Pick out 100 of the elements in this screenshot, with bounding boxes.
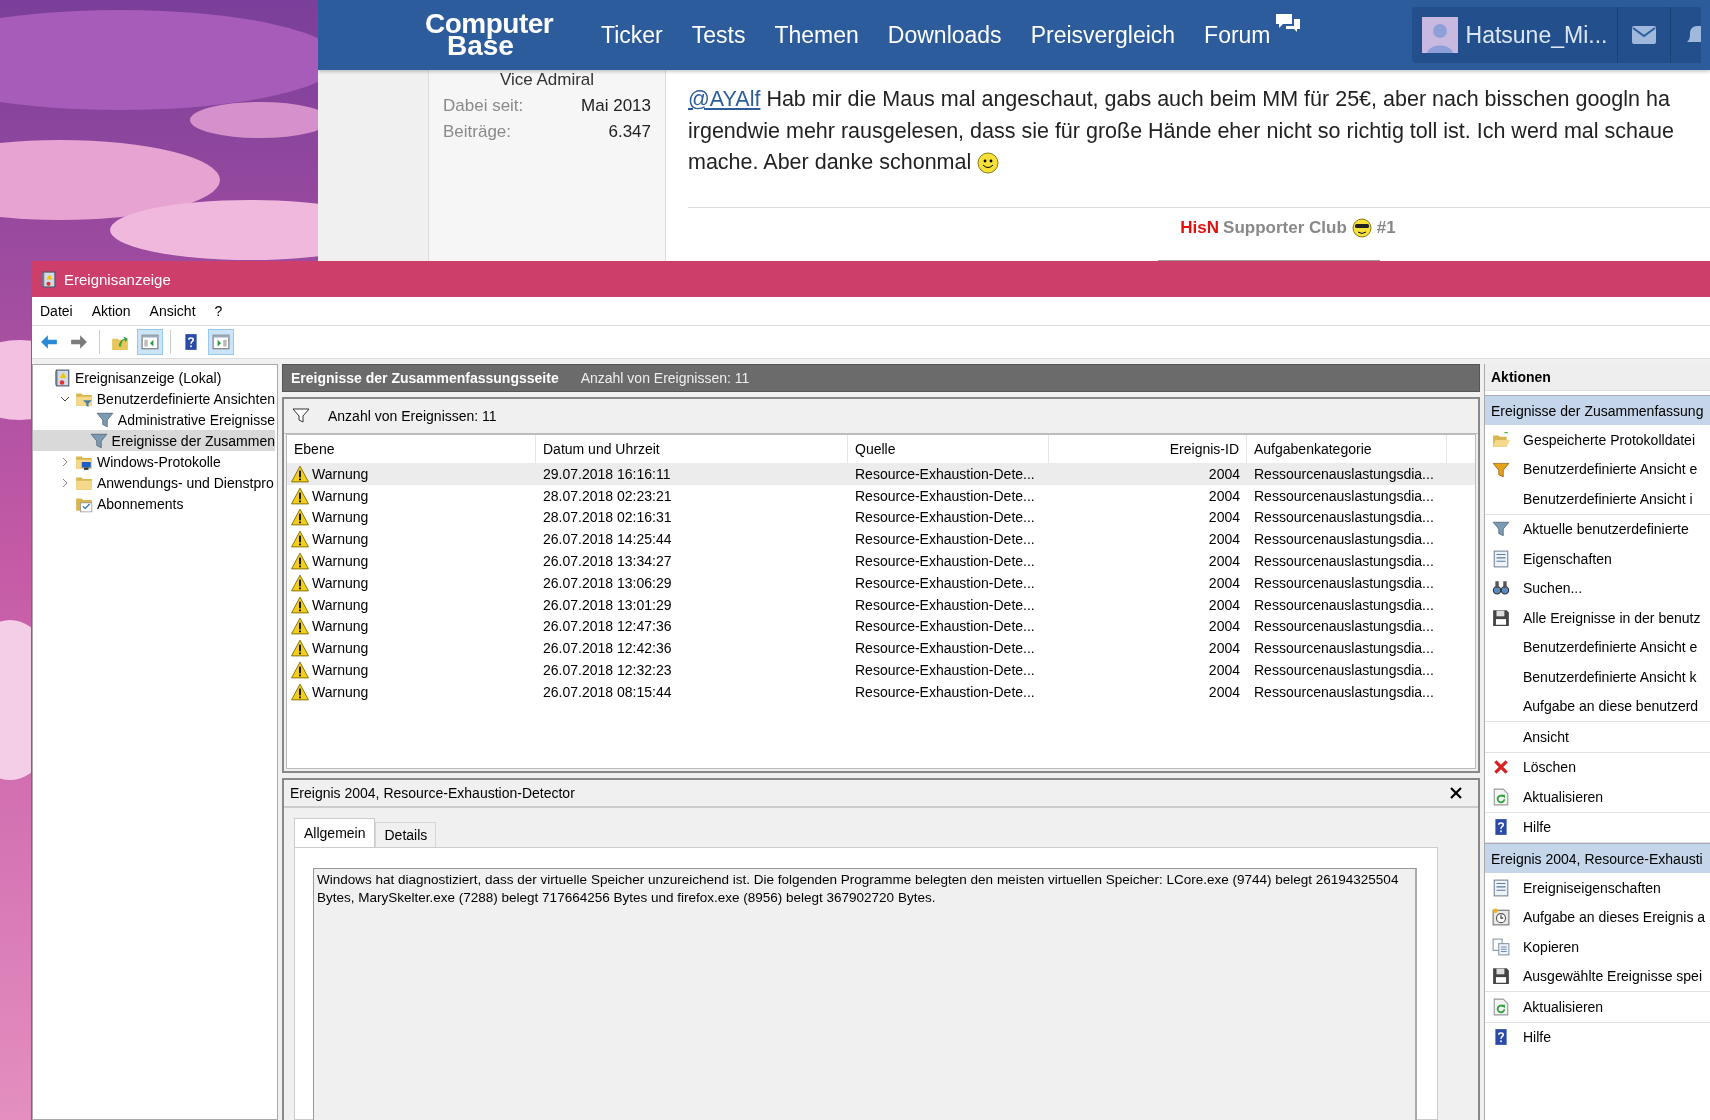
event-row[interactable]: Warnung 29.07.2018 16:16:11 Resource-Exhaustion-Dete... 2004 Ressourcenauslastungsdia... [287, 463, 1475, 485]
table-cell-text: 26.07.2018 12:32:23 [542, 662, 673, 679]
table-cell-text: 2004 [1207, 683, 1241, 700]
table-cell-text: 2004 [1207, 618, 1241, 635]
tree-item[interactable]: Anwendungs- und Dienstpro [33, 472, 275, 493]
nav-link[interactable]: Ticker [601, 21, 663, 49]
stat-label: Dabei seit: [443, 96, 524, 116]
detail-title: Ereignis 2004, Resource-Exhaustion-Detector [290, 785, 575, 801]
back-arrow-icon [40, 333, 58, 351]
avatar-icon [1421, 17, 1458, 53]
action-item[interactable]: Ereigniseigenschaften [1485, 873, 1710, 903]
event-row[interactable]: Warnung 28.07.2018 02:23:21 Resource-Exhaustion-Dete... 2004 Ressourcenauslastungsdia... [287, 484, 1475, 507]
alerts-button[interactable] [1670, 7, 1702, 63]
menu-item[interactable]: ? [214, 303, 223, 319]
copy-icon [1492, 937, 1510, 956]
tree-item[interactable]: Ereignisanzeige (Lokal) [33, 367, 275, 388]
warning-icon [291, 661, 309, 680]
action-item[interactable]: Ausgewählte Ereignisse spei [1485, 961, 1710, 991]
user-menu[interactable]: Hatsune_Mi... [1411, 7, 1618, 63]
close-icon[interactable] [1450, 787, 1462, 799]
filter-summary: Anzahl von Ereignissen: 11 [328, 408, 497, 424]
action-item[interactable]: Ansicht [1485, 722, 1710, 752]
menu-item[interactable]: Ansicht [149, 303, 196, 319]
expand-chevron-icon[interactable] [60, 456, 70, 467]
table-cell-text: Resource-Exhaustion-Dete... [854, 465, 1036, 482]
filter-icon [292, 408, 310, 424]
table-cell-text: Ressourcenauslastungsdia... [1253, 574, 1435, 591]
menu-item[interactable]: Aktion [91, 303, 131, 319]
table-cell-text: 29.07.2018 16:16:11 [542, 465, 672, 482]
table-cell-text: Ressourcenauslastungsdia... [1253, 640, 1435, 657]
action-item[interactable]: Aufgabe an dieses Ereignis a [1485, 902, 1710, 932]
event-row[interactable]: Warnung 26.07.2018 13:01:29 Resource-Exhaustion-Dete... 2004 Ressourcenauslastungsdia... [287, 593, 1475, 616]
nav-link[interactable]: Downloads [887, 21, 1002, 49]
tab[interactable]: Details [375, 822, 437, 847]
tree-item[interactable]: Abonnements [33, 493, 275, 514]
table-cell-text: Resource-Exhaustion-Dete... [854, 531, 1036, 548]
action-item[interactable]: Benutzerdefinierte Ansicht i [1485, 484, 1710, 514]
event-row[interactable]: Warnung 26.07.2018 13:34:27 Resource-Exhaustion-Dete... 2004 Ressourcenauslastungsdia... [287, 550, 1475, 572]
event-row[interactable]: Warnung 26.07.2018 12:32:23 Resource-Exhaustion-Dete... 2004 Ressourcenauslastungsdia... [287, 659, 1475, 681]
event-row[interactable]: Warnung 26.07.2018 12:42:36 Resource-Exhaustion-Dete... 2004 Ressourcenauslastungsdia... [287, 637, 1475, 660]
table-cell-text: Resource-Exhaustion-Dete... [854, 574, 1036, 591]
event-row[interactable]: Warnung 26.07.2018 13:06:29 Resource-Exhaustion-Dete... 2004 Ressourcenauslastungsdia... [287, 572, 1475, 594]
nav-link[interactable]: Themen [774, 21, 859, 49]
nav-link[interactable]: Forum [1204, 21, 1271, 49]
nav-link[interactable]: Tests [691, 21, 746, 49]
warning-icon [291, 552, 309, 571]
action-item[interactable]: Eigenschaften [1485, 544, 1710, 574]
action-item[interactable]: Löschen [1485, 752, 1710, 782]
section-header[interactable]: Ereignis 2004, Resource-Exhausti [1485, 843, 1710, 873]
site-logo[interactable]: Computer [425, 10, 585, 38]
level-text: Warnung [312, 465, 369, 482]
action-item[interactable]: Aufgabe an diese benutzerd [1485, 691, 1710, 721]
open-folder-icon [1492, 430, 1510, 449]
clock-task-icon [1492, 908, 1510, 927]
expand-chevron-icon[interactable] [60, 477, 70, 488]
table-cell-text: Resource-Exhaustion-Dete... [854, 683, 1036, 700]
action-item[interactable]: Hilfe [1485, 1022, 1710, 1052]
tree-item[interactable]: Windows-Protokolle [33, 451, 275, 472]
tree-item[interactable]: Administrative Ereignisse [33, 409, 275, 430]
level-text: Warnung [312, 553, 369, 570]
level-text: Warnung [312, 640, 369, 657]
event-row[interactable]: Warnung 26.07.2018 14:25:44 Resource-Exhaustion-Dete... 2004 Ressourcenauslastungsdia... [287, 528, 1475, 551]
filter-icon [1492, 520, 1510, 539]
event-row[interactable]: Warnung 26.07.2018 08:15:44 Resource-Exhaustion-Dete... 2004 Ressourcenauslastungsdia... [287, 680, 1475, 703]
tree-item[interactable]: Benutzerdefinierte Ansichten [33, 388, 275, 409]
action-item[interactable]: Kopieren [1485, 932, 1710, 962]
action-item[interactable]: Aktualisieren [1485, 782, 1710, 812]
event-row[interactable]: Warnung 26.07.2018 12:47:36 Resource-Exhaustion-Dete... 2004 Ressourcenauslastungsdia... [287, 615, 1475, 638]
action-item[interactable]: Benutzerdefinierte Ansicht e [1485, 454, 1710, 484]
toolbar-button[interactable] [208, 329, 234, 355]
section-header[interactable]: Ereignisse der Zusammenfassung [1485, 395, 1710, 425]
user-rank: Vice Admiral [498, 70, 596, 90]
level-text: Warnung [312, 596, 369, 613]
table-cell-text: Resource-Exhaustion-Dete... [854, 487, 1036, 504]
table-cell-text: Resource-Exhaustion-Dete... [854, 662, 1036, 679]
help-icon [1492, 1028, 1510, 1047]
table-cell-text: Resource-Exhaustion-Dete... [854, 596, 1036, 613]
action-item[interactable]: Gespeicherte Protokolldatei [1485, 425, 1710, 455]
action-item[interactable]: Hilfe [1485, 812, 1710, 842]
action-item[interactable]: Aktualisieren [1485, 992, 1710, 1022]
warning-icon [291, 639, 309, 658]
menu-item[interactable]: Datei [40, 303, 73, 319]
tree-item[interactable]: Ereignisse der Zusammen [33, 430, 275, 451]
warning-icon [291, 508, 309, 527]
action-item[interactable]: Benutzerdefinierte Ansicht k [1485, 662, 1710, 692]
toolbar-button[interactable] [137, 329, 163, 355]
action-item[interactable]: Benutzerdefinierte Ansicht e [1485, 632, 1710, 662]
event-row[interactable]: Warnung 28.07.2018 02:16:31 Resource-Exhaustion-Dete... 2004 Ressourcenauslastungsdia... [287, 506, 1475, 529]
table-cell-text: 2004 [1207, 662, 1241, 679]
action-item[interactable]: Suchen... [1485, 573, 1710, 603]
table-cell-text: 2004 [1207, 553, 1241, 570]
warning-icon [291, 617, 309, 636]
tab[interactable]: Allgemein [294, 818, 376, 847]
warning-icon [291, 486, 309, 505]
mention-link[interactable]: @AYAlf [688, 87, 761, 111]
action-item[interactable]: Aktuelle benutzerdefinierte [1485, 514, 1710, 544]
table-cell-text: 2004 [1207, 574, 1241, 591]
action-item[interactable]: Alle Ereignisse in der benutz [1485, 603, 1710, 633]
nav-link[interactable]: Preisvergleich [1030, 21, 1176, 49]
messages-button[interactable] [1617, 7, 1671, 63]
